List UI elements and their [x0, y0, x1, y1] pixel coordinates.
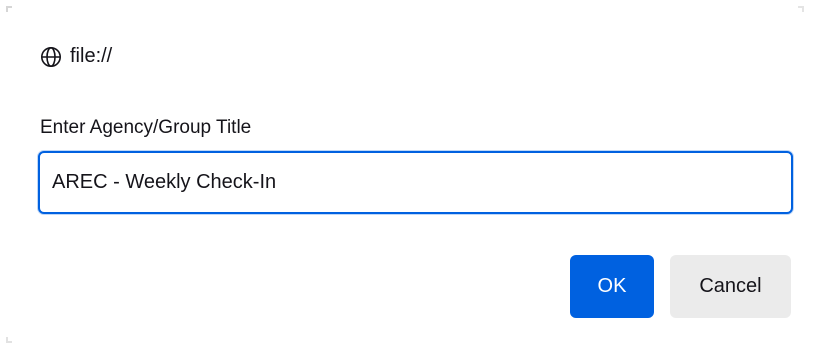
cancel-button[interactable]: Cancel — [670, 255, 791, 318]
globe-icon — [40, 46, 62, 68]
ok-button[interactable]: OK — [570, 255, 654, 318]
title-input[interactable] — [40, 153, 791, 212]
dialog-corner — [6, 337, 12, 343]
dialog-corner — [6, 6, 12, 12]
prompt-label: Enter Agency/Group Title — [40, 117, 252, 138]
dialog-corner — [798, 6, 804, 12]
title-input-field[interactable] — [38, 151, 793, 214]
origin-text: file:// — [70, 45, 113, 67]
prompt-dialog: file:// Enter Agency/Group Title OK Canc… — [0, 0, 814, 349]
dialog-origin: file:// — [40, 45, 112, 68]
